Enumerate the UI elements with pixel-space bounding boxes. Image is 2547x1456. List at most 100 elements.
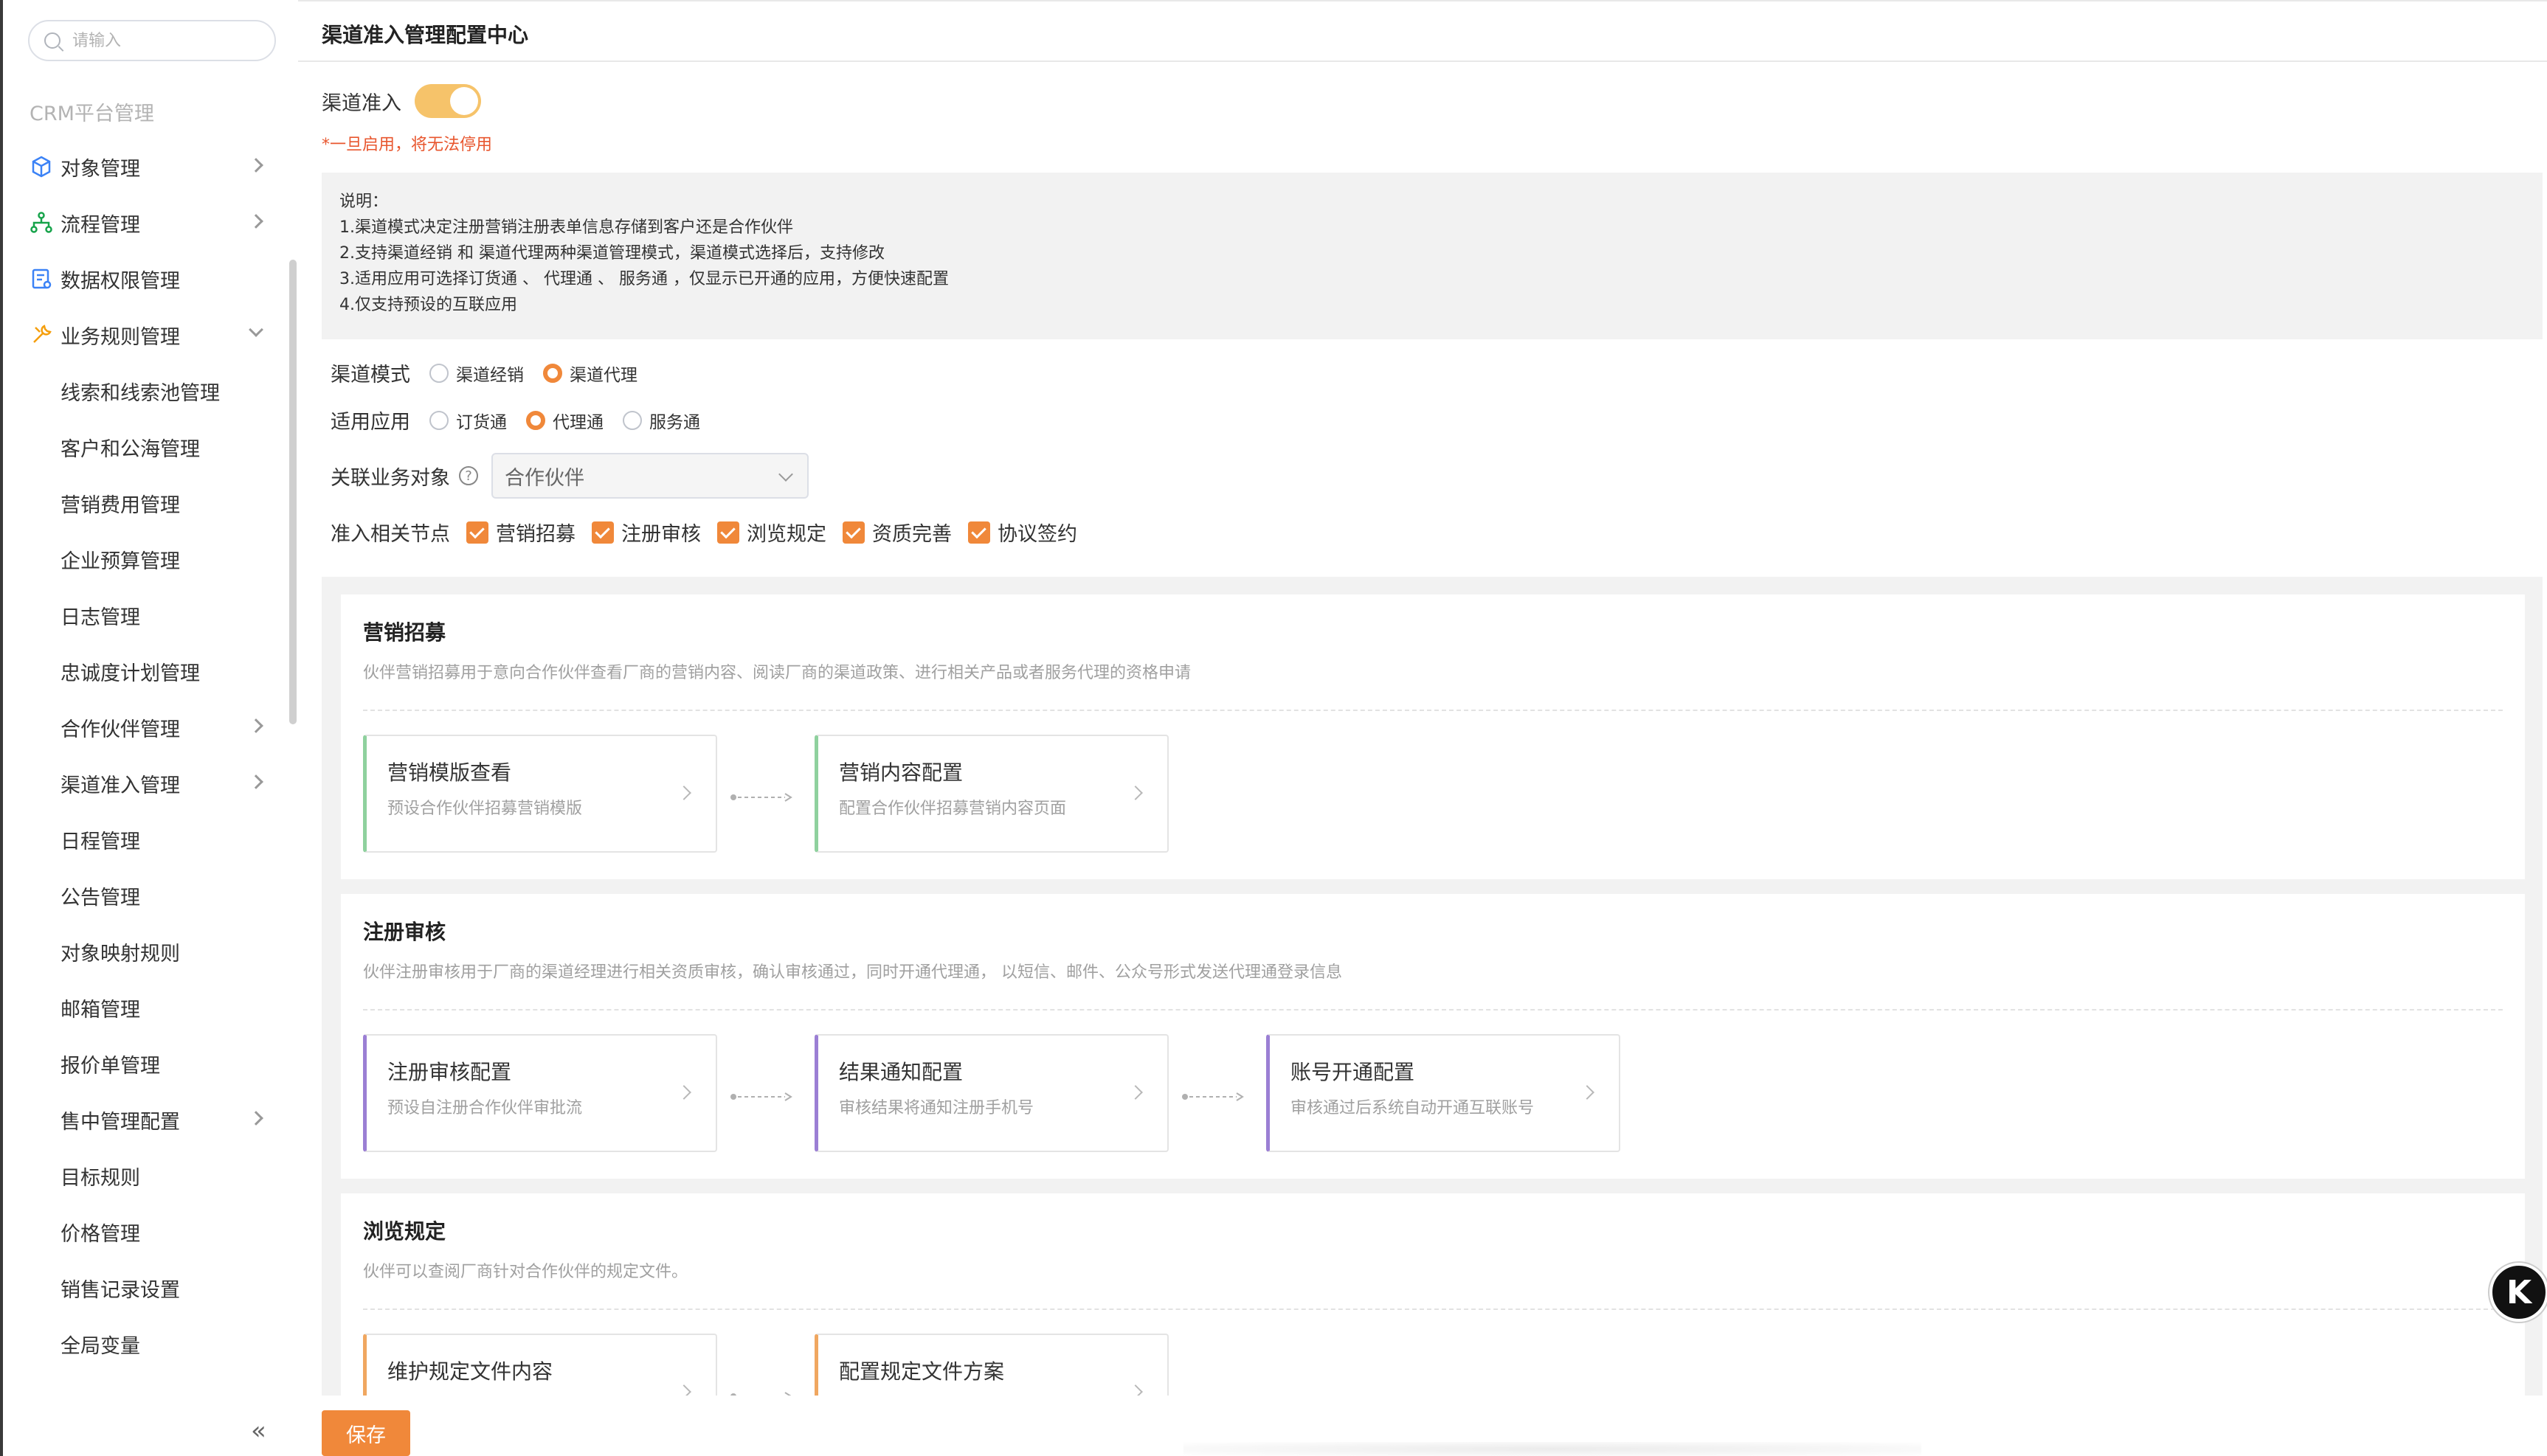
nodes-label: 准入相关节点 — [331, 523, 450, 546]
app-root: CRM平台管理 对象管理流程管理数据权限管理业务规则管理线索和线索池管理客户和公… — [0, 0, 2547, 1456]
config-step-0-0[interactable]: 营销模版查看预设合作伙伴招募营销模版 — [363, 735, 717, 853]
sidebar-subitem-label: 目标规则 — [61, 1166, 140, 1190]
radio-circle[interactable] — [526, 410, 545, 430]
card-description: 伙伴可以查阅厂商针对合作伙伴的规定文件。 — [363, 1263, 688, 1281]
checkbox-checked-icon[interactable] — [592, 521, 614, 544]
chevron-right-icon — [1128, 786, 1143, 800]
save-button[interactable]: 保存 — [322, 1410, 410, 1456]
app-radio-label: 服务通 — [649, 412, 700, 432]
radio-circle[interactable] — [429, 363, 449, 383]
sidebar-subitem-label: 合作伙伴管理 — [61, 718, 180, 741]
step-connector-arrow-icon — [730, 1090, 792, 1101]
channel-access-label: 渠道准入 — [322, 91, 401, 115]
sidebar-item-label: 流程管理 — [61, 213, 140, 237]
assistant-float-button[interactable]: K — [2489, 1263, 2547, 1322]
config-step-2-0[interactable]: 维护规定文件内容维护厂商对合作伙伴的全部规定文件 — [363, 1334, 717, 1396]
sidebar-subitem-label: 全局变量 — [61, 1334, 140, 1358]
config-step-1-1[interactable]: 结果通知配置 审核结果将通知注册手机号 — [815, 1034, 1169, 1152]
search-box[interactable] — [28, 20, 276, 61]
sidebar-subitem-6[interactable]: 合作伙伴管理 — [3, 699, 283, 755]
sidebar-subitem-14[interactable]: 目标规则 — [3, 1148, 283, 1204]
sidebar-subitem-4[interactable]: 日志管理 — [3, 587, 283, 643]
chevron-right-icon — [677, 1085, 691, 1100]
step-title: 账号开通配置 — [1290, 1060, 1415, 1084]
page-title: 渠道准入管理配置中心 — [322, 23, 529, 47]
node-config-panel[interactable]: 营销招募 伙伴营销招募用于意向合作伙伴查看厂商的营销内容、阅读厂商的渠道政策、进行… — [322, 577, 2543, 1396]
sidebar-subitem-label: 售中管理配置 — [61, 1110, 180, 1134]
chevron-right-icon — [677, 1384, 691, 1396]
config-step-1-2[interactable]: 账号开通配置 审核通过后系统自动开通互联账号 — [1266, 1034, 1620, 1152]
rule-tools-icon — [30, 323, 53, 347]
node-checkbox-1[interactable]: 注册审核 — [592, 518, 701, 547]
sidebar-subitem-12[interactable]: 报价单管理 — [3, 1036, 283, 1092]
sidebar-subitem-label: 线索和线索池管理 — [61, 381, 220, 405]
sidebar-subitem-2[interactable]: 营销费用管理 — [3, 475, 283, 531]
step-description: 预设合作伙伴招募营销模版 — [387, 800, 583, 818]
sidebar-item-3[interactable]: 业务规则管理 — [3, 307, 283, 363]
mode-radio-0[interactable]: 渠道经销 — [429, 361, 524, 386]
collapse-sidebar-icon[interactable]: « — [251, 1416, 266, 1446]
search-input[interactable] — [72, 31, 249, 50]
app-radio-0[interactable]: 订货通 — [429, 408, 507, 433]
app-options: 订货通 代理通 服务通 — [410, 408, 700, 433]
channel-access-switch[interactable] — [415, 84, 481, 118]
search-icon — [44, 32, 61, 49]
checkbox-checked-icon[interactable] — [466, 521, 488, 544]
node-checkbox-4[interactable]: 协议签约 — [968, 518, 1077, 547]
app-radio-2[interactable]: 服务通 — [623, 408, 700, 433]
node-checkbox-0[interactable]: 营销招募 — [466, 518, 576, 547]
step-description: 针对不同合作伙伴配置查看方案 — [839, 1394, 1066, 1396]
node-checkbox-3[interactable]: 资质完善 — [843, 518, 952, 547]
card-description: 伙伴营销招募用于意向合作伙伴查看厂商的营销内容、阅读厂商的渠道政策、进行相关产品… — [363, 664, 1192, 682]
sidebar-item-1[interactable]: 流程管理 — [3, 195, 283, 251]
sidebar-subitem-13[interactable]: 售中管理配置 — [3, 1092, 283, 1148]
sidebar-subitem-5[interactable]: 忠诚度计划管理 — [3, 643, 283, 699]
sidebar-item-0[interactable]: 对象管理 — [3, 139, 283, 195]
sidebar-subitem-9[interactable]: 公告管理 — [3, 867, 283, 923]
object-row: 关联业务对象 ? 合作伙伴 — [331, 453, 809, 499]
config-step-0-1[interactable]: 营销内容配置 配置合作伙伴招募营销内容页面 — [815, 735, 1169, 853]
sidebar-subitem-label: 公告管理 — [61, 886, 140, 909]
channel-mode-options: 渠道经销 渠道代理 — [410, 361, 637, 386]
data-permission-icon — [30, 267, 53, 291]
node-checkbox-label: 协议签约 — [998, 523, 1077, 546]
app-radio-1[interactable]: 代理通 — [526, 408, 604, 433]
sidebar-nav: 对象管理流程管理数据权限管理 业务规则管理线索和线索池管理客户和公海管理 营销费用管… — [3, 139, 283, 1372]
radio-circle[interactable] — [429, 410, 449, 430]
config-card-1: 注册审核 伙伴注册审核用于厂商的渠道经理进行相关资质审核，确认审核通过，同时开通代… — [341, 894, 2525, 1179]
node-checkbox-2[interactable]: 浏览规定 — [717, 518, 826, 547]
help-icon[interactable]: ? — [459, 466, 478, 485]
sidebar-subitem-8[interactable]: 日程管理 — [3, 811, 283, 867]
sidebar-subitem-1[interactable]: 客户和公海管理 — [3, 419, 283, 475]
sidebar-subitem-label: 企业预算管理 — [61, 550, 180, 573]
sidebar-scrollbar[interactable] — [289, 260, 297, 724]
config-step-2-1[interactable]: 配置规定文件方案针对不同合作伙伴配置查看方案 — [815, 1334, 1169, 1396]
chevron-right-icon — [1128, 1085, 1143, 1100]
step-connector-arrow-icon — [730, 791, 792, 802]
checkbox-checked-icon[interactable] — [968, 521, 990, 544]
step-title: 结果通知配置 — [839, 1060, 964, 1084]
sidebar-subitem-15[interactable]: 价格管理 — [3, 1204, 283, 1260]
sidebar-section-title: CRM平台管理 — [30, 103, 154, 125]
business-object-select[interactable]: 合作伙伴 — [491, 453, 809, 499]
step-title: 营销模版查看 — [387, 760, 512, 785]
sidebar-subitem-7[interactable]: 渠道准入管理 — [3, 755, 283, 811]
sidebar-subitem-11[interactable]: 邮箱管理 — [3, 980, 283, 1036]
config-step-1-0[interactable]: 注册审核配置 预设自注册合作伙伴审批流 — [363, 1034, 717, 1152]
sidebar-subitem-17[interactable]: 全局变量 — [3, 1316, 283, 1372]
checkbox-checked-icon[interactable] — [717, 521, 739, 544]
chevron-right-icon — [249, 1111, 263, 1126]
sidebar-subitem-3[interactable]: 企业预算管理 — [3, 531, 283, 587]
mode-radio-1[interactable]: 渠道代理 — [543, 361, 637, 386]
sidebar-item-2[interactable]: 数据权限管理 — [3, 251, 283, 307]
radio-circle[interactable] — [543, 363, 562, 383]
sidebar-subitem-10[interactable]: 对象映射规则 — [3, 923, 283, 980]
sidebar-subitem-0[interactable]: 线索和线索池管理 — [3, 363, 283, 419]
radio-circle[interactable] — [623, 410, 642, 430]
card-title: 注册审核 — [363, 920, 446, 944]
sidebar-subitem-label: 报价单管理 — [61, 1054, 160, 1078]
checkbox-checked-icon[interactable] — [843, 521, 865, 544]
sidebar-subitem-16[interactable]: 销售记录设置 — [3, 1260, 283, 1316]
card-title: 浏览规定 — [363, 1219, 446, 1244]
instruction-line: 说明： — [339, 193, 389, 211]
